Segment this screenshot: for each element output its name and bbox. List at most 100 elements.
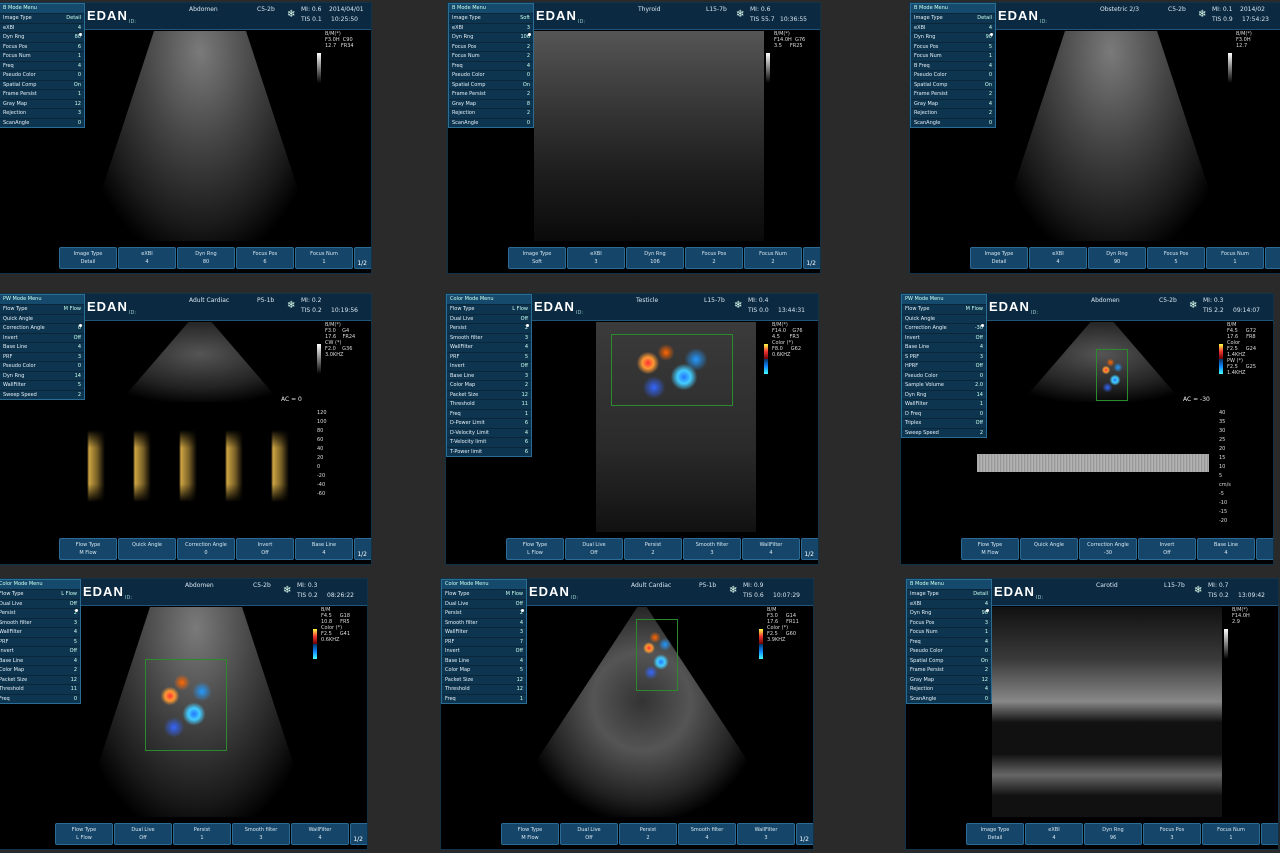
softkey-button[interactable]: Quick Angle [1020, 538, 1078, 560]
softkey-button[interactable]: S PRF 3 [1256, 538, 1273, 560]
softkey-button[interactable]: Dual Live Off [114, 823, 172, 845]
page-indicator[interactable]: 1/2 [799, 836, 809, 843]
menu-item[interactable]: Rejection 2 [911, 108, 995, 118]
softkey-button[interactable]: Invert Off [1138, 538, 1196, 560]
menu-item[interactable]: Flow Type L Flow [0, 589, 80, 599]
menu-item[interactable]: Sweep Speed 2 [902, 427, 986, 438]
softkey-button[interactable]: Image Type Detail [970, 247, 1028, 269]
menu-item[interactable]: Freq 1 [442, 693, 526, 704]
menu-item[interactable]: Invert Off [447, 361, 531, 371]
menu-item[interactable]: D-Power Limit 6 [447, 418, 531, 428]
menu-item[interactable]: PRF 3 [0, 351, 84, 362]
menu-item[interactable]: Freq 4 [449, 60, 533, 71]
menu-item[interactable]: Invert Off [0, 646, 80, 656]
softkey-button[interactable]: Image Type Detail [59, 247, 117, 269]
menu-item[interactable]: Focus Num 1 [911, 51, 995, 61]
menu-item[interactable]: Gray Map 8 [449, 98, 533, 109]
softkey-button[interactable]: Focus Pos 5 [1147, 247, 1205, 269]
menu-item[interactable]: Smooth filter 3 [447, 332, 531, 343]
menu-item[interactable]: Pseudo Color 0 [911, 70, 995, 80]
menu-item[interactable]: Spatial Comp On [449, 79, 533, 90]
menu-item[interactable]: Frame Persist 2 [449, 89, 533, 99]
menu-item[interactable]: ScanAngle 0 [449, 117, 533, 128]
softkey-button[interactable]: Dual Live Off [560, 823, 618, 845]
menu-item[interactable]: Freq 1 [447, 408, 531, 419]
softkey-button[interactable]: Flow Type M Flow [961, 538, 1019, 560]
menu-item[interactable]: Pseudo Color 0 [902, 370, 986, 381]
menu-item[interactable]: Packet Size 12 [442, 674, 526, 685]
menu-item[interactable]: Threshold 12 [442, 684, 526, 694]
menu-item[interactable]: Invert Off [902, 332, 986, 343]
menu-item[interactable]: Image Type Detail [911, 13, 995, 23]
softkey-button[interactable]: Image Type Detail [966, 823, 1024, 845]
menu-item[interactable]: Freq 0 [0, 693, 80, 704]
page-indicator[interactable]: 1/2 [357, 260, 367, 267]
menu-item[interactable]: Focus Pos 2 [449, 41, 533, 52]
menu-item[interactable]: Image Type Soft [449, 13, 533, 23]
menu-item[interactable]: Frame Persist 1 [0, 89, 84, 99]
menu-item[interactable]: Persist 2 [447, 323, 531, 333]
menu-item[interactable]: Focus Num 1 [907, 627, 991, 637]
menu-item[interactable]: Freq 4 [907, 636, 991, 647]
menu-item[interactable]: S PRF 3 [902, 351, 986, 362]
menu-item[interactable]: Rejection 2 [449, 108, 533, 118]
softkey-button[interactable]: Persist 2 [624, 538, 682, 560]
menu-item[interactable]: Threshold 11 [447, 399, 531, 409]
softkey-button[interactable]: Dual Live Off [565, 538, 623, 560]
softkey-button[interactable]: Dyn Rng 80 [177, 247, 235, 269]
menu-item[interactable]: Smooth filter 3 [0, 617, 80, 628]
softkey-button[interactable]: Persist 2 [619, 823, 677, 845]
softkey-button[interactable]: Invert Off [236, 538, 294, 560]
menu-item[interactable]: Sweep Speed 2 [0, 389, 84, 400]
freeze-icon[interactable]: ❄ [1194, 586, 1204, 596]
menu-item[interactable]: Dual Live Off [0, 598, 80, 609]
freeze-icon[interactable]: ❄ [1198, 10, 1208, 20]
menu-item[interactable]: Image Type Detail [0, 13, 84, 23]
menu-item[interactable]: Dual Live Off [442, 598, 526, 609]
menu-item[interactable]: Focus Pos 3 [907, 617, 991, 628]
softkey-button[interactable]: Smooth filter 3 [232, 823, 290, 845]
menu-item[interactable]: Threshold 11 [0, 684, 80, 694]
softkey-button[interactable]: Focus Num 2 [744, 247, 802, 269]
softkey-button[interactable]: Quick Angle [118, 538, 176, 560]
menu-item[interactable]: D Freq 0 [902, 408, 986, 419]
menu-item[interactable]: Dyn Rng 14 [902, 389, 986, 400]
menu-item[interactable]: Smooth filter 4 [442, 617, 526, 628]
menu-item[interactable]: eXBI 4 [907, 598, 991, 609]
softkey-button[interactable]: Smooth filter 4 [678, 823, 736, 845]
freeze-icon[interactable]: ❄ [736, 10, 746, 20]
menu-item[interactable]: Correction Angle 0 [0, 323, 84, 333]
menu-item[interactable]: WallFilter 4 [0, 627, 80, 637]
softkey-button[interactable]: Focus Pos 3 [1143, 823, 1201, 845]
softkey-button[interactable]: Dyn Rng 96 [1084, 823, 1142, 845]
menu-item[interactable]: Gray Map 12 [0, 98, 84, 109]
menu-item[interactable]: Triplex Off [902, 418, 986, 428]
softkey-button[interactable]: Image Type Soft [508, 247, 566, 269]
menu-item[interactable]: PRF 5 [447, 351, 531, 362]
menu-item[interactable]: Rejection 3 [0, 108, 84, 118]
softkey-button[interactable]: Focus Pos 6 [236, 247, 294, 269]
menu-item[interactable]: WallFilter 5 [0, 380, 84, 390]
menu-item[interactable]: Color Map 2 [447, 380, 531, 390]
menu-item[interactable]: Invert Off [442, 646, 526, 656]
menu-item[interactable]: T-Power limit 6 [447, 446, 531, 457]
menu-item[interactable]: Spatial Comp On [0, 79, 84, 90]
menu-item[interactable]: Dyn Rng 14 [0, 370, 84, 381]
menu-item[interactable]: eXBI 4 [911, 22, 995, 33]
menu-item[interactable]: Rejection 4 [907, 684, 991, 694]
softkey-button[interactable]: WallFilter 4 [742, 538, 800, 560]
menu-item[interactable]: Spatial Comp On [907, 655, 991, 666]
softkey-button[interactable]: Base Line 4 [295, 538, 353, 560]
softkey-button[interactable]: Base Line 4 [1197, 538, 1255, 560]
softkey-button[interactable]: Correction Angle -30 [1079, 538, 1137, 560]
menu-item[interactable]: Sample Volume 2.0 [902, 380, 986, 390]
page-indicator[interactable]: 1/2 [353, 836, 363, 843]
menu-item[interactable]: Color Map 5 [442, 665, 526, 675]
softkey-button[interactable]: Flow Type M Flow [59, 538, 117, 560]
softkey-button[interactable]: Flow Type M Flow [501, 823, 559, 845]
softkey-button[interactable]: WallFilter 3 [737, 823, 795, 845]
softkey-button[interactable]: eXBI 3 [567, 247, 625, 269]
freeze-icon[interactable]: ❄ [1189, 301, 1199, 311]
page-indicator[interactable]: 1/2 [806, 260, 816, 267]
menu-item[interactable]: Dyn Rng 106 [449, 32, 533, 42]
